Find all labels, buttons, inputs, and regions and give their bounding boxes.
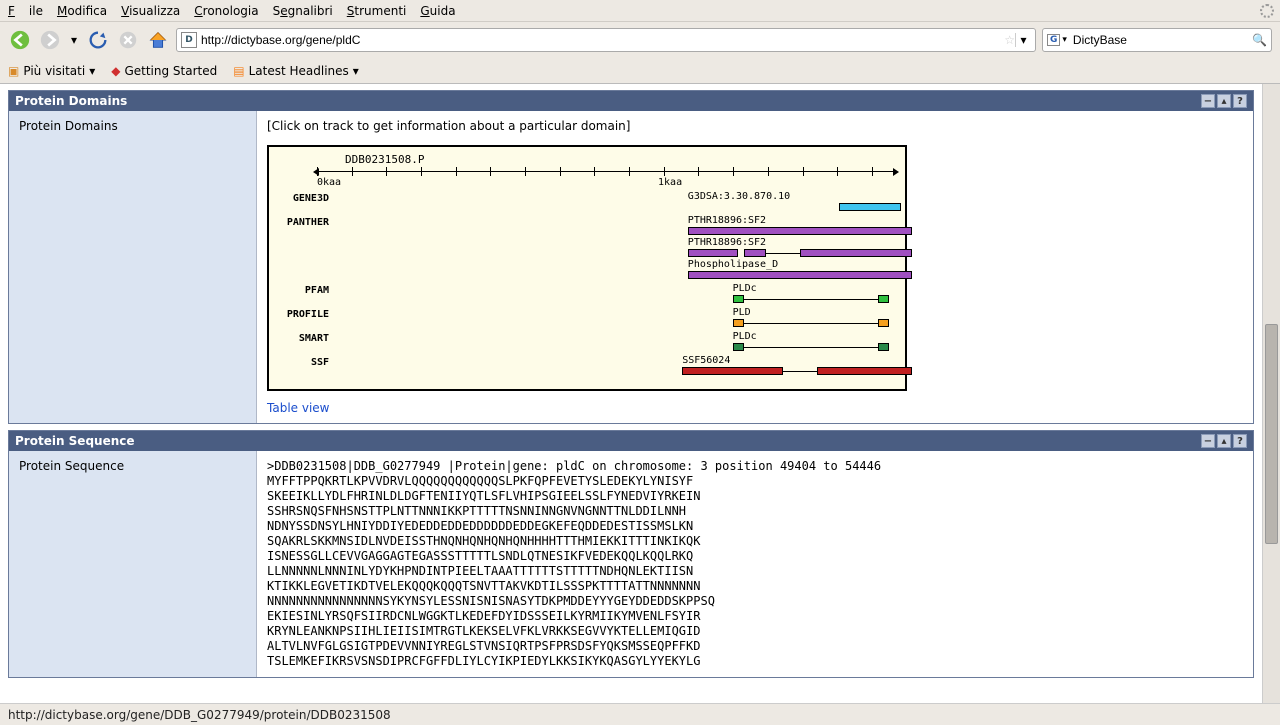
pfam-segment-b[interactable] [878, 295, 889, 303]
track-gene3d-label: GENE3D [279, 191, 335, 204]
sequence-text: >DDB0231508|DDB_G0277949 |Protein|gene: … [267, 459, 1243, 669]
search-input[interactable] [1069, 33, 1252, 47]
bookmark-icon: ◆ [111, 64, 120, 78]
page-content: Protein Domains − ▴ ? Protein Domains [C… [0, 84, 1262, 703]
scrollbar-thumb[interactable] [1265, 324, 1278, 544]
pfam-segment-a[interactable] [733, 295, 744, 303]
panel-help-button[interactable]: ? [1233, 434, 1247, 448]
vertical-scrollbar[interactable] [1262, 84, 1280, 703]
search-engine-dropdown[interactable]: ▾ [1060, 35, 1069, 45]
panel-side-label: Protein Sequence [9, 451, 257, 677]
domain-track-viewer[interactable]: DDB0231508.P 0kaa 1kaa GENE3D G3DSA:3.30… [267, 145, 907, 391]
protein-id-label: DDB0231508.P [345, 153, 424, 166]
back-button[interactable] [8, 28, 32, 52]
panther-segment-2b[interactable] [744, 249, 766, 257]
track-smart-label: SMART [279, 331, 335, 344]
panther-segment-1[interactable] [688, 227, 912, 235]
menu-history[interactable]: Cronologia [194, 4, 258, 18]
table-view-link[interactable]: Table view [267, 401, 329, 415]
profile-segment-a[interactable] [733, 319, 744, 327]
smart-segment-b[interactable] [878, 343, 889, 351]
menubar: File Modifica Visualizza Cronologia Segn… [0, 0, 1280, 22]
panel-protein-domains: Protein Domains − ▴ ? Protein Domains [C… [8, 90, 1254, 424]
search-go-icon[interactable]: 🔍 [1252, 33, 1267, 47]
gene3d-segment[interactable] [839, 203, 901, 211]
menu-help[interactable]: Guida [420, 4, 455, 18]
ssf-segment-a[interactable] [682, 367, 783, 375]
url-bar[interactable]: D ☆ ▾ [176, 28, 1036, 52]
rss-icon: ▤ [233, 64, 244, 78]
menu-file[interactable]: File [8, 4, 43, 18]
ssf-segment-b[interactable] [817, 367, 912, 375]
folder-icon: ▣ [8, 64, 19, 78]
bookmarks-toolbar: ▣ Più visitati▾ ◆ Getting Started ▤ Late… [0, 58, 1280, 84]
panel-minimize-button[interactable]: − [1201, 434, 1215, 448]
panel-side-label: Protein Domains [9, 111, 257, 423]
forward-button[interactable] [38, 28, 62, 52]
menu-edit[interactable]: Modifica [57, 4, 107, 18]
site-favicon-icon: D [181, 32, 197, 48]
status-bar: http://dictybase.org/gene/DDB_G0277949/p… [0, 703, 1280, 725]
panther-segment-2c[interactable] [800, 249, 912, 257]
track-ssf-label: SSF [279, 355, 335, 368]
smart-segment-a[interactable] [733, 343, 744, 351]
panel-header-sequence: Protein Sequence − ▴ ? [9, 431, 1253, 451]
track-panther-label: PANTHER [279, 215, 335, 228]
panel-up-button[interactable]: ▴ [1217, 434, 1231, 448]
loading-spinner-icon [1260, 4, 1274, 18]
bookmark-getting-started[interactable]: ◆ Getting Started [111, 64, 217, 78]
bookmark-most-visited[interactable]: ▣ Più visitati▾ [8, 64, 95, 78]
track-profile-label: PROFILE [279, 307, 335, 320]
panel-help-button[interactable]: ? [1233, 94, 1247, 108]
panther-segment-3[interactable] [688, 271, 912, 279]
panel-up-button[interactable]: ▴ [1217, 94, 1231, 108]
bookmark-latest-headlines[interactable]: ▤ Latest Headlines▾ [233, 64, 359, 78]
profile-segment-b[interactable] [878, 319, 889, 327]
menu-bookmarks[interactable]: Segnalibri [273, 4, 333, 18]
ruler-axis [317, 171, 895, 172]
nav-toolbar: ▾ D ☆ ▾ G ▾ 🔍 [0, 22, 1280, 58]
track-pfam-label: PFAM [279, 283, 335, 296]
menu-tools[interactable]: Strumenti [347, 4, 407, 18]
panel-title: Protein Sequence [15, 434, 135, 448]
url-input[interactable] [197, 33, 1004, 47]
panther-segment-2a[interactable] [688, 249, 738, 257]
panel-protein-sequence: Protein Sequence − ▴ ? Protein Sequence … [8, 430, 1254, 678]
stop-button[interactable] [116, 28, 140, 52]
menu-view[interactable]: Visualizza [121, 4, 180, 18]
domain-hint-text: [Click on track to get information about… [267, 119, 1243, 133]
panel-title: Protein Domains [15, 94, 127, 108]
status-text: http://dictybase.org/gene/DDB_G0277949/p… [8, 708, 391, 722]
panel-header-domains: Protein Domains − ▴ ? [9, 91, 1253, 111]
panel-minimize-button[interactable]: − [1201, 94, 1215, 108]
bookmark-star-icon[interactable]: ☆ [1004, 33, 1015, 47]
forward-dropdown[interactable]: ▾ [68, 28, 80, 52]
search-bar[interactable]: G ▾ 🔍 [1042, 28, 1272, 52]
search-engine-icon[interactable]: G [1047, 34, 1060, 46]
url-history-dropdown[interactable]: ▾ [1015, 33, 1031, 47]
reload-button[interactable] [86, 28, 110, 52]
home-button[interactable] [146, 28, 170, 52]
